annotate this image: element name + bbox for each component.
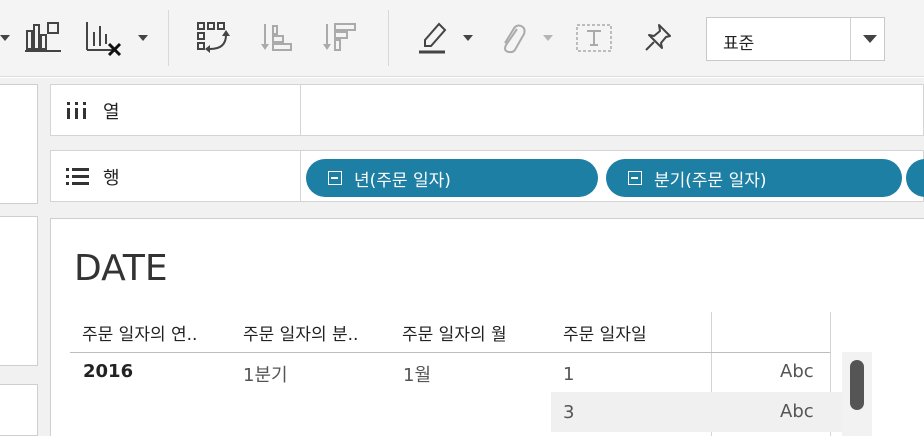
cell-year: 2016 (83, 361, 134, 382)
pill-label: 분기(주문 일자) (654, 170, 767, 191)
collapse-icon[interactable] (328, 171, 342, 185)
collapse-icon[interactable] (628, 171, 642, 185)
pill-quarter-order-date[interactable]: 분기(주문 일자) (606, 159, 902, 197)
columns-label: 열 (103, 102, 120, 123)
rows-label: 행 (103, 168, 120, 189)
rows-shelf[interactable]: 행 년(주문 일자) 분기(주문 일자) (50, 150, 924, 202)
swap-icon[interactable] (194, 18, 236, 58)
dropdown-caret[interactable] (0, 35, 10, 41)
column-header-year[interactable]: 주문 일자의 연.. (82, 320, 197, 345)
clear-sheet-icon[interactable] (82, 18, 126, 58)
cell-value: Abc (780, 401, 814, 422)
pill-year-order-date[interactable]: 년(주문 일자) (306, 159, 598, 197)
left-panel-card (0, 216, 38, 366)
attach-dropdown-caret[interactable] (543, 35, 553, 41)
scrollbar-thumb[interactable] (850, 360, 864, 410)
cell-month: 1월 (403, 365, 432, 386)
toolbar-divider (388, 10, 389, 66)
header-underline (70, 352, 830, 353)
cell-quarter: 1분기 (243, 365, 288, 386)
cell-day: 1 (563, 364, 575, 385)
attach-icon[interactable] (494, 18, 530, 58)
pill-next-partial[interactable] (906, 159, 924, 197)
format-select[interactable]: 표준 (706, 17, 885, 61)
cell-day: 3 (563, 402, 575, 423)
columns-shelf[interactable]: 열 (50, 84, 924, 136)
columns-icon (65, 100, 89, 124)
columns-shelf-label: 열 (51, 85, 301, 135)
pill-label: 년(주문 일자) (354, 170, 451, 191)
sort-descending-icon[interactable] (320, 18, 360, 58)
highlight-dropdown-caret[interactable] (463, 35, 473, 41)
format-select-value: 표준 (723, 34, 755, 54)
toolbar: 표준 (0, 0, 924, 77)
cell-value: Abc (780, 361, 814, 382)
highlight-icon[interactable] (414, 18, 452, 58)
table-row-shade (551, 392, 871, 432)
chevron-down-icon[interactable] (863, 35, 877, 43)
sheet-title: DATE (74, 248, 168, 289)
text-box-icon[interactable] (574, 18, 614, 58)
left-panel-card (0, 84, 38, 204)
left-panel-card (0, 384, 38, 436)
sort-ascending-icon[interactable] (258, 18, 298, 58)
column-header-month[interactable]: 주문 일자의 월 (402, 320, 507, 345)
clear-dropdown-caret[interactable] (138, 35, 148, 41)
column-header-day[interactable]: 주문 일자일 (563, 320, 647, 345)
rows-shelf-label: 행 (51, 151, 301, 201)
select-divider (850, 18, 851, 60)
toolbar-divider (168, 10, 169, 66)
pin-icon[interactable] (640, 18, 676, 58)
show-me-icon[interactable] (22, 18, 66, 58)
rows-icon (65, 166, 91, 190)
column-header-quarter[interactable]: 주문 일자의 분.. (243, 320, 358, 345)
